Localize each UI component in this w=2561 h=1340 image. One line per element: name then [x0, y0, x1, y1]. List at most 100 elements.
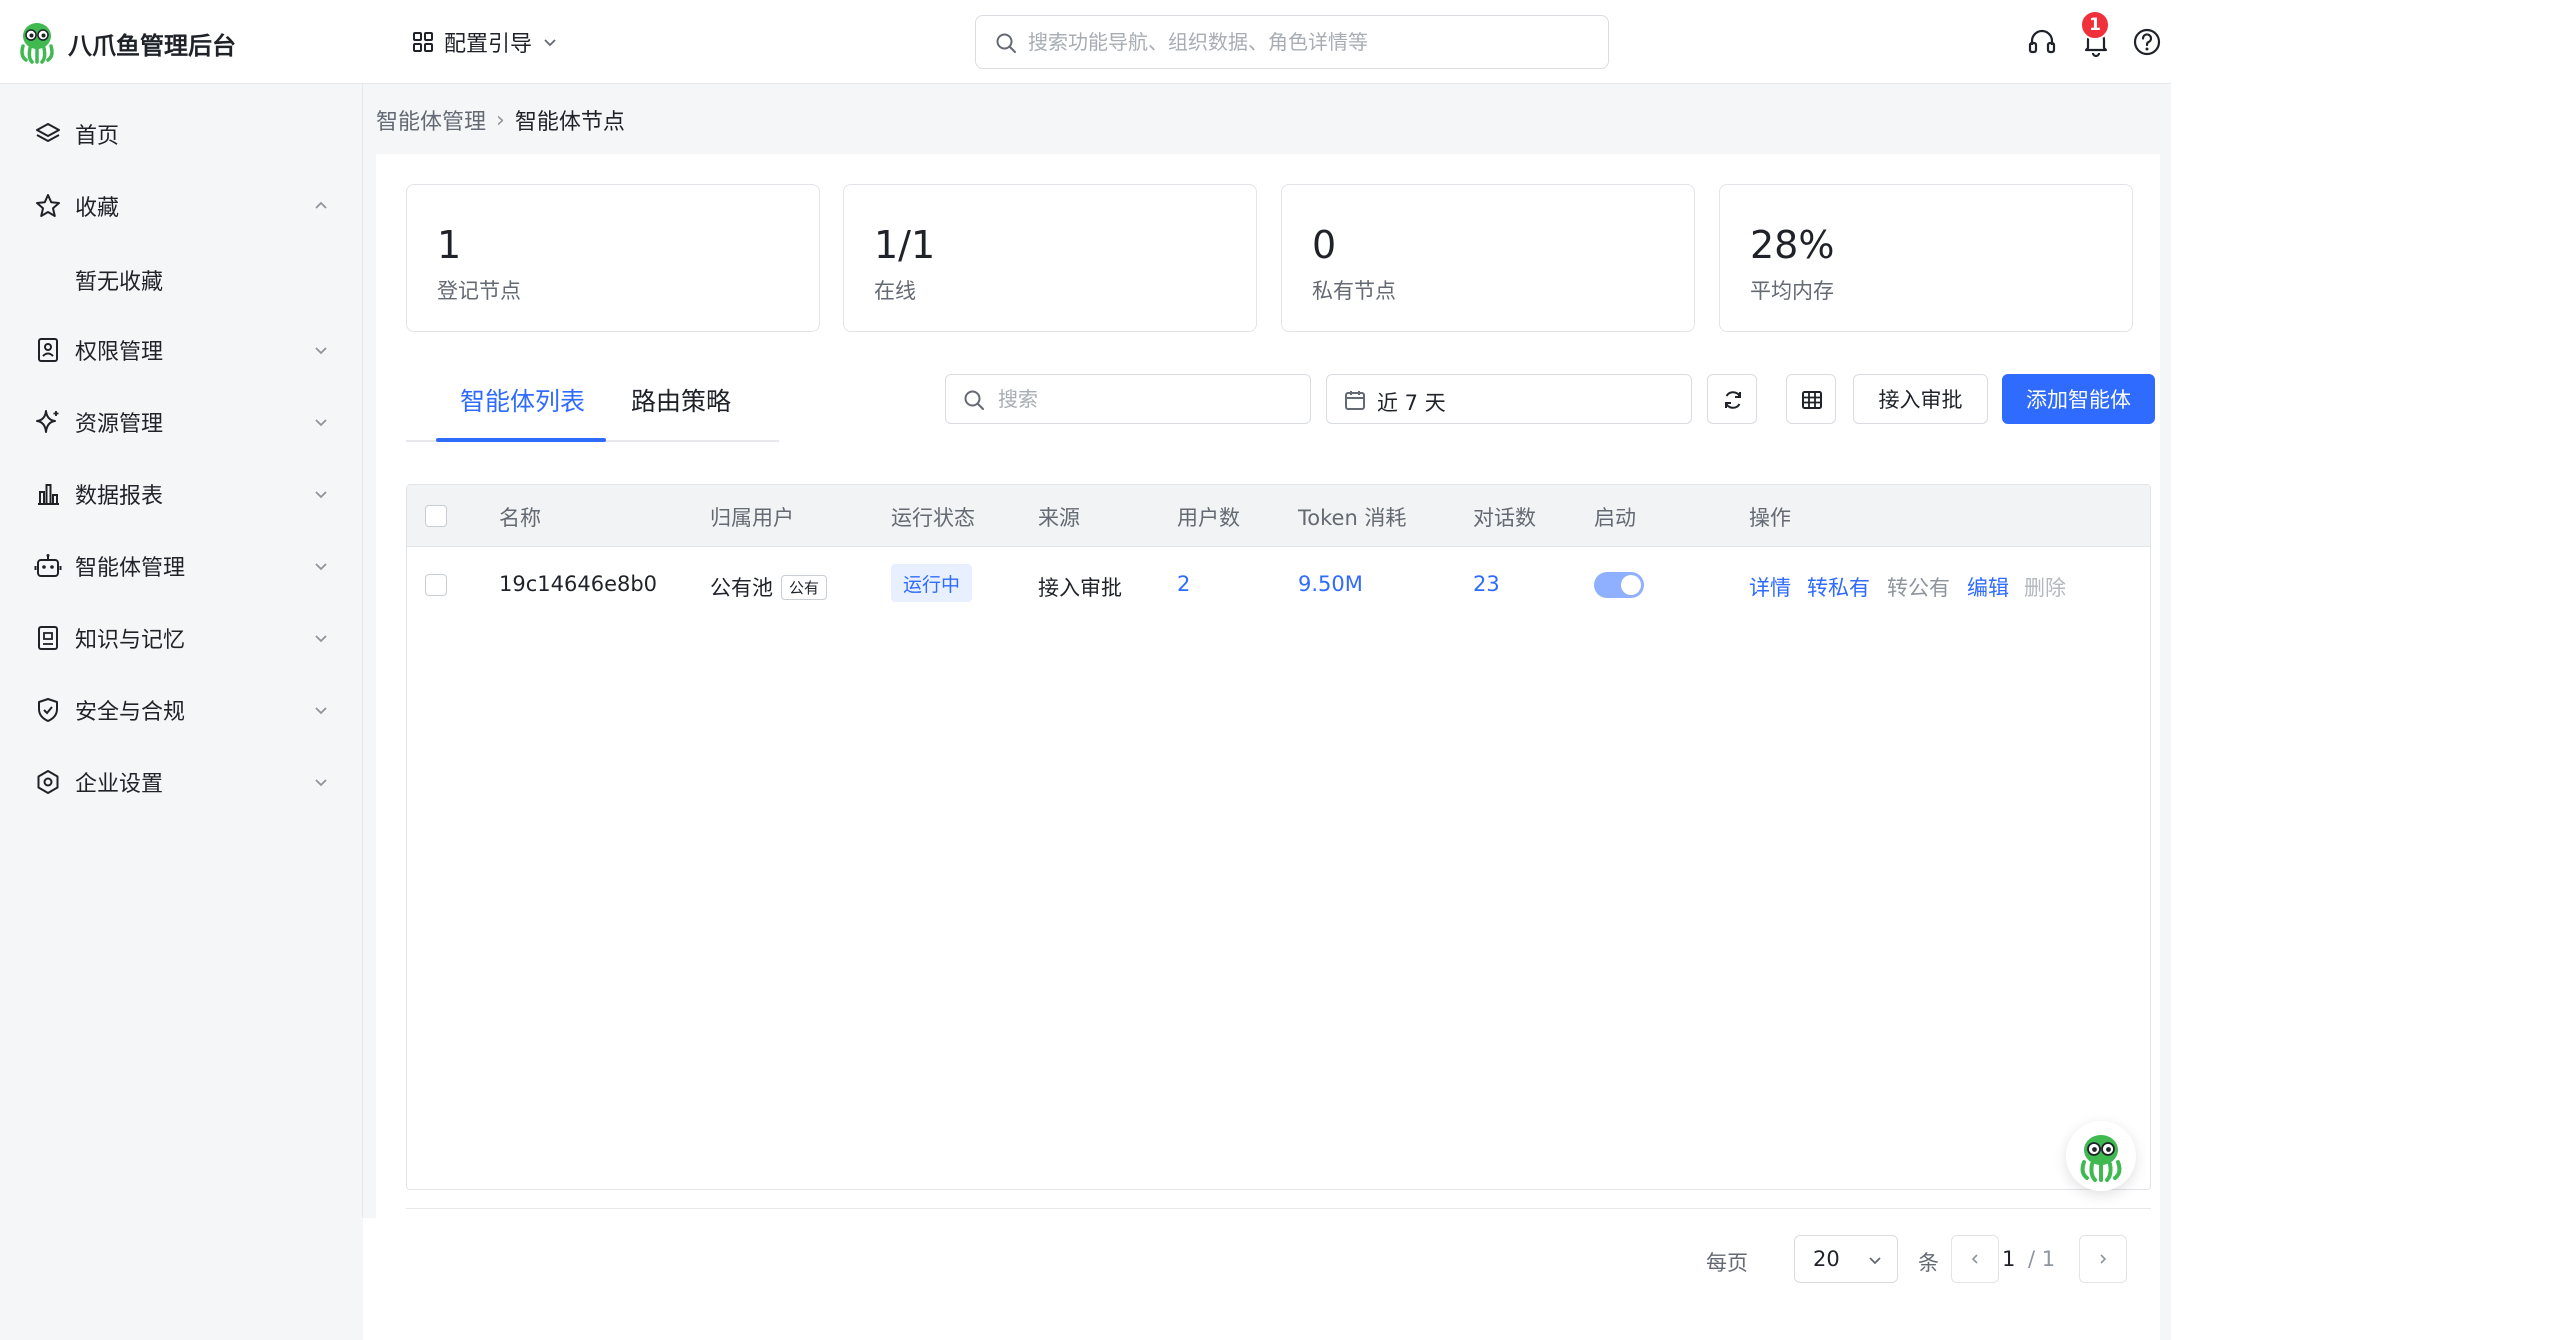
chevron-down-icon — [315, 491, 327, 499]
book-icon — [38, 626, 58, 650]
headset-icon[interactable] — [2026, 26, 2058, 58]
stat-card-private: 0 私有节点 — [1281, 184, 1695, 332]
sidebar-item-label: 权限管理 — [75, 340, 164, 365]
global-search-box[interactable] — [975, 15, 1609, 69]
chevron-up-icon — [315, 201, 327, 209]
column-header-actions: 操作 — [1749, 506, 1791, 530]
cell-dialogs-link[interactable]: 23 — [1473, 572, 1500, 596]
chevron-right-icon — [2100, 1254, 2107, 1264]
cell-owner: 公有池 公有 — [710, 572, 828, 602]
stat-label: 私有节点 — [1312, 279, 1396, 303]
stat-card-memory: 28% 平均内存 — [1719, 184, 2133, 332]
help-icon[interactable] — [2131, 26, 2163, 58]
per-page-label: 每页 — [1706, 1251, 1748, 1275]
chevron-down-icon — [315, 419, 327, 427]
action-make-public[interactable]: 转公有 — [1887, 572, 1950, 602]
hexagon-gear-icon — [37, 770, 59, 794]
star-icon — [36, 194, 60, 217]
stat-value: 28% — [1750, 223, 1835, 267]
brand-title: 八爪鱼管理后台 — [68, 32, 236, 60]
breadcrumb-parent-link[interactable]: 智能体管理 — [376, 104, 486, 136]
breadcrumb: 智能体管理 › 智能体节点 — [376, 104, 625, 136]
top-header: 八爪鱼管理后台 配置引导 搜索功能导航、组织数据、角色详情等 1 — [0, 0, 2171, 84]
stat-label: 登记节点 — [437, 279, 521, 303]
sidebar-item-favorites[interactable]: 收藏 — [0, 176, 363, 236]
public-tag: 公有 — [781, 575, 828, 600]
status-badge: 运行中 — [891, 564, 973, 602]
chevron-down-icon — [315, 347, 327, 355]
sidebar-item-reports[interactable]: 数据报表 — [0, 464, 363, 524]
chevron-down-icon — [315, 779, 327, 787]
sidebar-item-home[interactable]: 首页 — [0, 104, 363, 164]
add-agent-button[interactable]: 添加智能体 — [2002, 374, 2155, 424]
column-header-enabled: 启动 — [1594, 506, 1636, 530]
octopus-assistant-icon — [2080, 1135, 2122, 1182]
chevron-down-icon — [315, 707, 327, 715]
cell-users-link[interactable]: 2 — [1177, 572, 1190, 596]
config-guide-label: 配置引导 — [444, 32, 533, 57]
select-all-checkbox[interactable] — [425, 505, 447, 527]
sidebar-item-security[interactable]: 安全与合规 — [0, 680, 363, 740]
sidebar-item-permissions[interactable]: 权限管理 — [0, 320, 363, 380]
column-header-owner: 归属用户 — [710, 506, 794, 530]
panel-corner-fill — [363, 1218, 426, 1340]
global-search-input[interactable] — [1028, 26, 1588, 58]
stat-value: 1/1 — [874, 223, 936, 267]
stat-card-online: 1/1 在线 — [843, 184, 1257, 332]
main-panel: 1 登记节点 1/1 在线 0 私有节点 28% 平均内存 智能体列表 路由策略 — [376, 154, 2160, 1340]
robot-icon — [34, 554, 62, 577]
tab-routing-policy[interactable]: 路由策略 — [631, 382, 731, 418]
row-checkbox[interactable] — [425, 574, 447, 596]
sidebar-item-knowledge[interactable]: 知识与记忆 — [0, 608, 363, 668]
breadcrumb-separator: › — [496, 107, 505, 133]
agent-table: 名称 归属用户 运行状态 来源 用户数 Token 消耗 对话数 启动 操作 1… — [406, 484, 2151, 1190]
tab-agent-list[interactable]: 智能体列表 — [460, 382, 585, 418]
sidebar-item-label: 知识与记忆 — [75, 628, 186, 653]
next-page-button[interactable] — [2079, 1235, 2127, 1283]
column-settings-button[interactable] — [1786, 374, 1836, 424]
prev-page-button[interactable] — [1951, 1235, 1999, 1283]
breadcrumb-current: 智能体节点 — [514, 110, 625, 135]
search-icon — [964, 390, 984, 410]
agent-search-input[interactable] — [998, 384, 1298, 414]
layers-icon — [36, 123, 60, 142]
search-icon — [996, 33, 1016, 53]
id-card-icon — [38, 338, 58, 362]
stat-value: 1 — [437, 223, 462, 267]
sidebar-item-agents[interactable]: 智能体管理 — [0, 536, 363, 596]
refresh-icon — [1725, 391, 1741, 409]
chevron-down-icon — [544, 39, 556, 47]
access-approval-button[interactable]: 接入审批 — [1853, 374, 1988, 424]
sidebar-item-label: 首页 — [75, 124, 120, 149]
action-make-private[interactable]: 转私有 — [1807, 572, 1870, 602]
page-size-select[interactable]: 20 — [1794, 1235, 1898, 1283]
config-guide-menu[interactable]: 配置引导 — [412, 26, 558, 58]
enable-toggle[interactable] — [1594, 572, 1644, 598]
column-header-users: 用户数 — [1177, 506, 1240, 530]
sidebar-item-resources[interactable]: 资源管理 — [0, 392, 363, 452]
column-header-status: 运行状态 — [891, 506, 975, 530]
grid-icon — [413, 32, 433, 52]
action-delete[interactable]: 删除 — [2024, 572, 2066, 602]
column-header-source: 来源 — [1038, 506, 1080, 530]
cell-tokens-link[interactable]: 9.50M — [1298, 572, 1363, 596]
current-page: 1 — [2002, 1247, 2016, 1271]
notification-badge: 1 — [2080, 10, 2110, 40]
assistant-float-button[interactable] — [2066, 1121, 2136, 1191]
stat-value: 0 — [1312, 223, 1337, 267]
refresh-button[interactable] — [1707, 374, 1757, 424]
column-header-tokens: Token 消耗 — [1298, 506, 1407, 530]
owner-name: 公有池 — [710, 576, 773, 600]
chevron-down-icon — [315, 635, 327, 643]
cell-name: 19c14646e8b0 — [499, 572, 658, 596]
sidebar-item-label: 数据报表 — [75, 484, 164, 509]
calendar-icon — [1345, 391, 1365, 410]
octopus-logo-icon[interactable] — [16, 20, 58, 64]
action-details[interactable]: 详情 — [1749, 572, 1791, 602]
date-range-picker[interactable]: 近 7 天 — [1326, 374, 1692, 424]
total-pages: / 1 — [2028, 1247, 2056, 1271]
action-edit[interactable]: 编辑 — [1967, 572, 2009, 602]
sidebar-item-enterprise-settings[interactable]: 企业设置 — [0, 752, 363, 812]
agent-search-box[interactable] — [945, 374, 1311, 424]
chevron-down-icon — [1869, 1257, 1881, 1265]
